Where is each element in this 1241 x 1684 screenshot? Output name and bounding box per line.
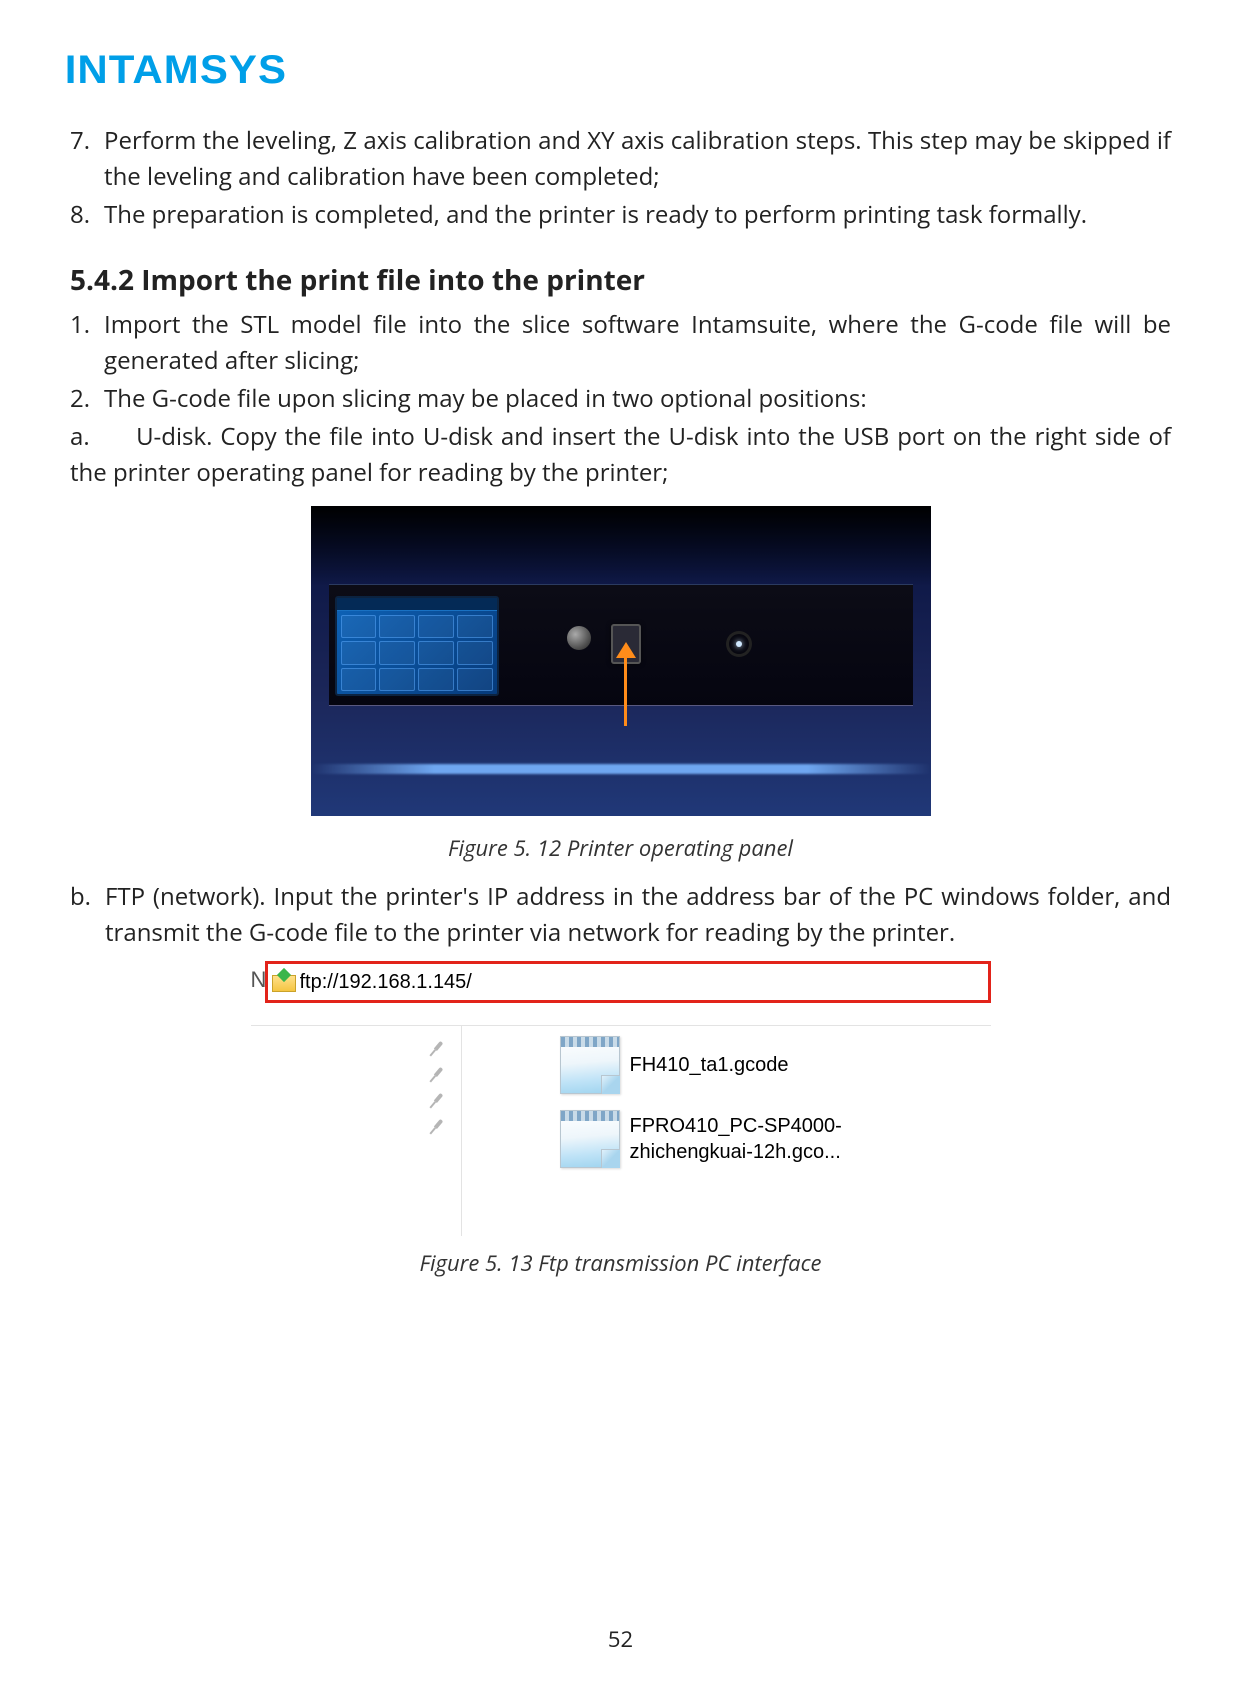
printer-touchscreen <box>335 596 499 696</box>
figure-ftp-explorer: N FH410_ta1.gcode FPRO410_PC-SP4000-zhich… <box>251 961 991 1236</box>
substep-b-prefix: b. <box>70 879 91 951</box>
figure-513-caption: Figure 5. 13 Ftp transmission PC interfa… <box>70 1248 1171 1278</box>
pin-icon <box>426 1117 446 1137</box>
explorer-file-pane: FH410_ta1.gcode FPRO410_PC-SP4000-zhichen… <box>462 1026 991 1236</box>
steps-continued-list: 7.Perform the leveling, Z axis calibrati… <box>70 123 1171 233</box>
file-label: FPRO410_PC-SP4000-zhichengkuai-12h.gco..… <box>630 1113 890 1165</box>
nav-quick-access-row[interactable] <box>251 1036 461 1062</box>
list-item: 1.Import the STL model file into the sli… <box>70 307 1171 379</box>
list-item: 2. The G-code file upon slicing may be pl… <box>70 381 1171 417</box>
file-item[interactable]: FH410_ta1.gcode <box>470 1030 983 1104</box>
pin-icon <box>426 1091 446 1111</box>
ftp-folder-icon <box>272 972 294 992</box>
usb-arrow-icon <box>624 656 627 726</box>
list-item-number: 8. <box>70 197 90 233</box>
page-number: 52 <box>0 1624 1241 1654</box>
cropped-char: N <box>251 967 267 993</box>
address-bar-highlight <box>265 961 991 1003</box>
explorer-nav-pane <box>251 1026 462 1236</box>
brand-logo: INTAMSYS <box>65 48 287 93</box>
list-item-number: 7. <box>70 123 90 195</box>
power-led-icon <box>726 631 752 657</box>
list-item-number: 2. <box>70 381 90 417</box>
gcode-file-icon <box>560 1036 620 1094</box>
substep-a-text: U-disk. Copy the file into U-disk and in… <box>70 420 1171 489</box>
list-item-text: Perform the leveling, Z axis calibration… <box>104 123 1171 195</box>
list-item-number: 1. <box>70 307 90 379</box>
list-item-text: The G-code file upon slicing may be plac… <box>104 381 1171 417</box>
nav-quick-access-row[interactable] <box>251 1088 461 1114</box>
list-item: 8. The preparation is completed, and the … <box>70 197 1171 233</box>
substep-b: b. FTP (network). Input the printer's IP… <box>70 879 1171 951</box>
nav-quick-access-row[interactable] <box>251 1114 461 1140</box>
import-steps-list: 1.Import the STL model file into the sli… <box>70 307 1171 417</box>
address-bar-input[interactable] <box>300 967 984 997</box>
list-item-text: The preparation is completed, and the pr… <box>104 197 1171 233</box>
figure-512-caption: Figure 5. 12 Printer operating panel <box>70 833 1171 863</box>
list-item-text: Import the STL model file into the slice… <box>104 307 1171 379</box>
figure-printer-panel <box>311 506 931 816</box>
gcode-file-icon <box>560 1110 620 1168</box>
pin-icon <box>426 1065 446 1085</box>
substep-b-text: FTP (network). Input the printer's IP ad… <box>105 879 1171 951</box>
file-label: FH410_ta1.gcode <box>630 1052 789 1078</box>
pin-icon <box>426 1039 446 1059</box>
list-item: 7.Perform the leveling, Z axis calibrati… <box>70 123 1171 195</box>
nav-quick-access-row[interactable] <box>251 1062 461 1088</box>
substep-a-prefix: a. <box>70 419 96 455</box>
substep-a: a. U-disk. Copy the file into U-disk and… <box>70 419 1171 491</box>
panel-knob <box>567 626 591 650</box>
file-item[interactable]: FPRO410_PC-SP4000-zhichengkuai-12h.gco..… <box>470 1104 983 1178</box>
section-heading: 5.4.2 Import the print file into the pri… <box>70 261 1171 299</box>
